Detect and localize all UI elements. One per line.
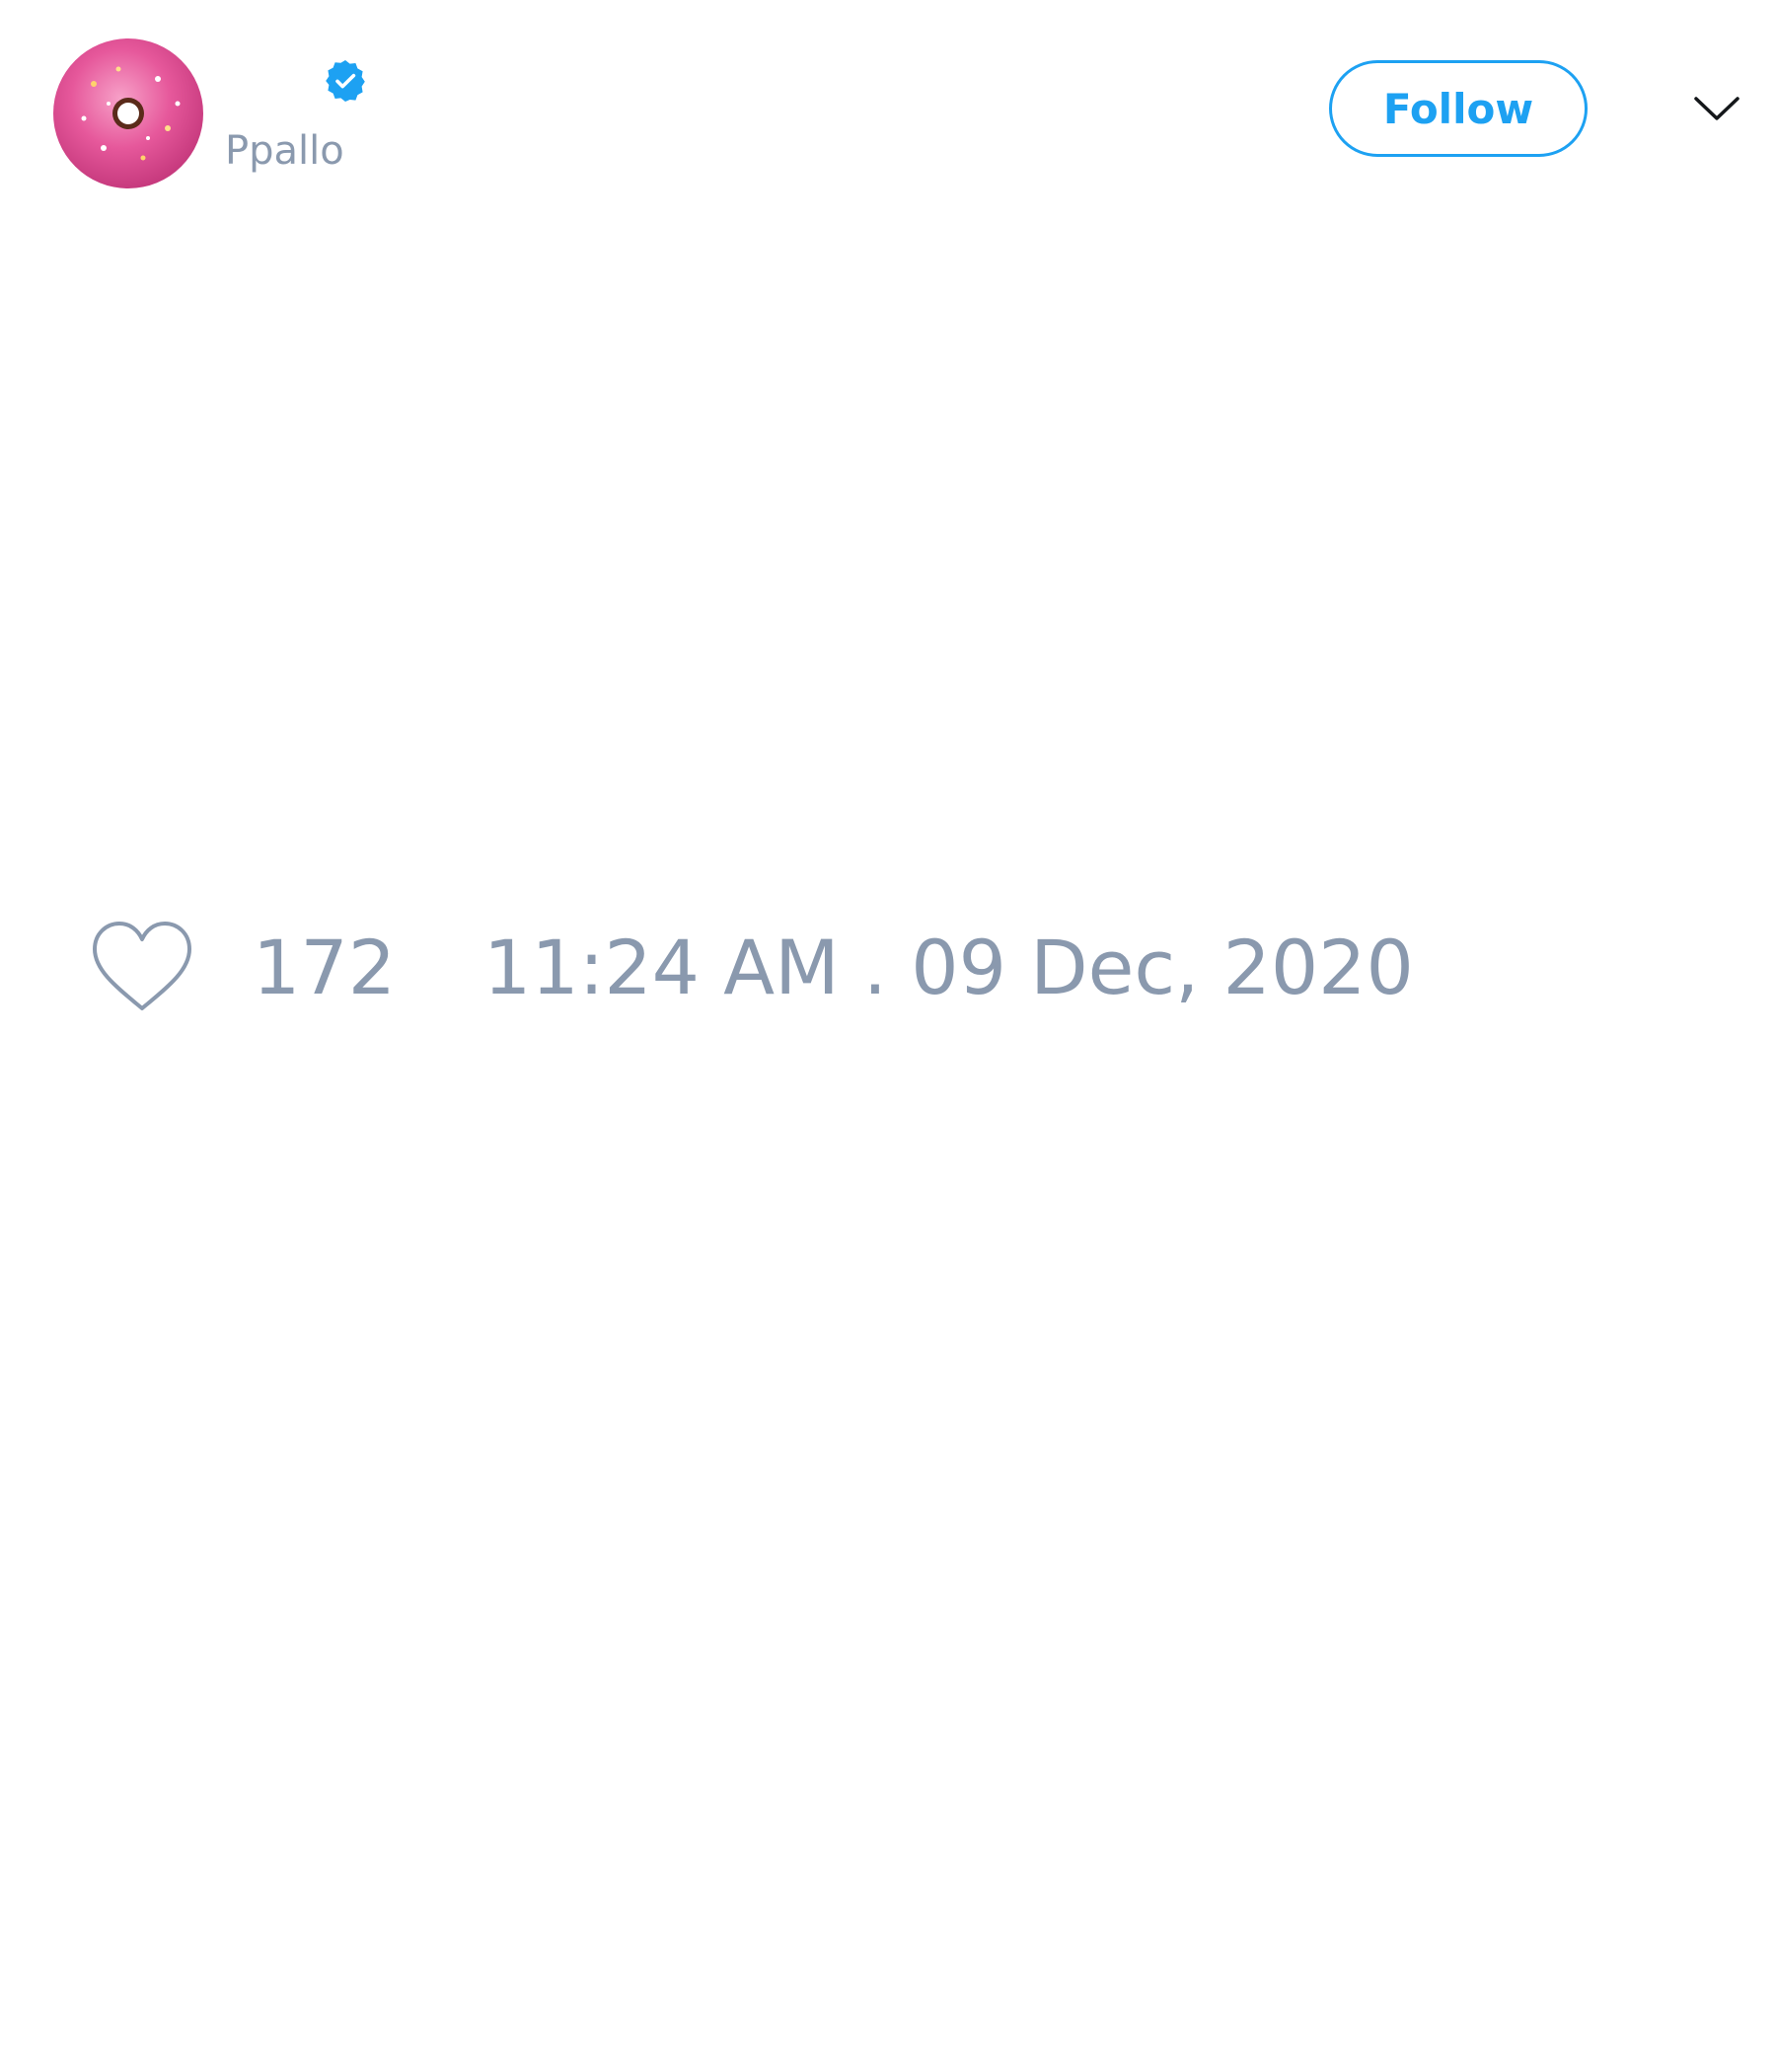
tweet-card: Ppallo Follow 172 11:24 AM . 09 Dec, 202… <box>0 0 1776 2072</box>
verified-badge-icon <box>326 60 365 102</box>
avatar[interactable] <box>49 35 207 192</box>
tweet-footer: 172 11:24 AM . 09 Dec, 2020 <box>0 908 1776 1026</box>
like-count[interactable]: 172 <box>253 924 396 1012</box>
donut-image <box>49 35 207 192</box>
tweet-timestamp[interactable]: 11:24 AM . 09 Dec, 2020 <box>483 924 1414 1012</box>
author-handle[interactable]: Ppallo <box>225 128 344 174</box>
heart-icon[interactable] <box>89 920 195 1018</box>
chevron-down-icon[interactable] <box>1693 93 1740 124</box>
follow-button[interactable]: Follow <box>1329 60 1588 157</box>
tweet-body <box>49 217 1727 888</box>
